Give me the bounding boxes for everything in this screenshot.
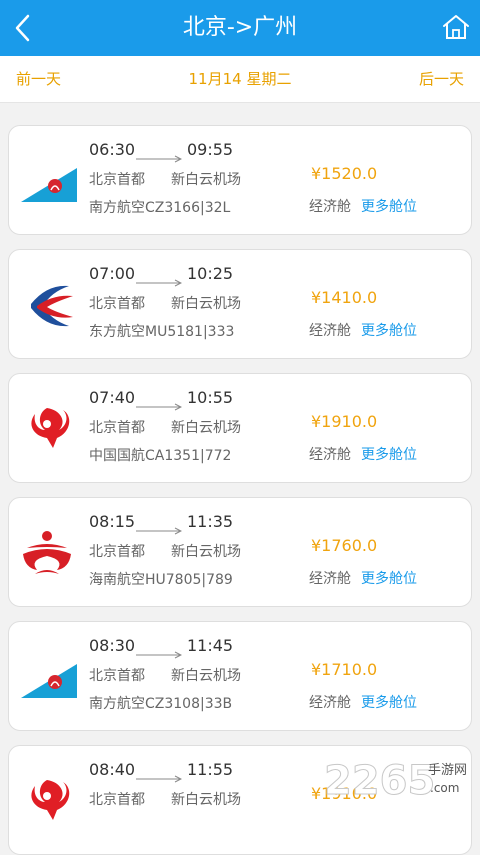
arrow-right-icon xyxy=(136,644,183,659)
flight-card[interactable]: 07:00 10:25 北京首都 新白云机场东方航空MU5181|333 ¥1410.0… xyxy=(8,249,472,359)
departure-airport: 北京首都 xyxy=(89,420,145,436)
departure-time: 06:30 xyxy=(89,140,136,159)
arrival-time: 10:25 xyxy=(187,264,234,283)
china-southern-logo xyxy=(17,648,77,708)
price: ¥1910.0 xyxy=(311,412,378,431)
arrow-right-icon xyxy=(136,148,183,163)
departure-airport: 北京首都 xyxy=(89,544,145,560)
arrow-right-icon xyxy=(136,396,183,411)
china-southern-logo xyxy=(17,152,77,212)
arrow-right-icon xyxy=(136,520,183,535)
arrow-right-icon xyxy=(136,768,183,783)
price: ¥1710.0 xyxy=(311,660,378,679)
cabin-class: 经济舱 xyxy=(309,323,351,339)
more-cabins-link[interactable]: 更多舱位 xyxy=(361,196,417,216)
departure-airport: 北京首都 xyxy=(89,172,145,188)
arrival-airport: 新白云机场 xyxy=(171,420,241,436)
more-cabins-link[interactable]: 更多舱位 xyxy=(361,444,417,464)
cabin-class: 经济舱 xyxy=(309,695,351,711)
arrival-time: 11:55 xyxy=(187,760,234,779)
current-date[interactable]: 11月14 星期二 xyxy=(0,56,480,102)
date-navigation: 前一天 11月14 星期二 后一天 xyxy=(0,56,480,103)
arrival-airport: 新白云机场 xyxy=(171,668,241,684)
air-china-logo xyxy=(17,772,77,832)
svg-text:.com: .com xyxy=(430,781,459,795)
flight-card[interactable]: 06:30 09:55 北京首都 新白云机场南方航空CZ3166|32L ¥1520.0… xyxy=(8,125,472,235)
flight-card[interactable]: 08:15 11:35 北京首都 新白云机场海南航空HU7805|789 ¥1760.0… xyxy=(8,497,472,607)
hainan-airlines-logo xyxy=(17,524,77,584)
flight-card[interactable]: 08:30 11:45 北京首都 新白云机场南方航空CZ3108|33B ¥1710.0… xyxy=(8,621,472,731)
svg-text:手游网: 手游网 xyxy=(428,763,467,778)
arrival-airport: 新白云机场 xyxy=(171,544,241,560)
next-day-button[interactable]: 后一天 xyxy=(419,56,464,102)
flight-number: 南方航空CZ3108|33B xyxy=(89,696,233,712)
cabin-class: 经济舱 xyxy=(309,199,351,215)
departure-airport: 北京首都 xyxy=(89,792,145,808)
departure-airport: 北京首都 xyxy=(89,296,145,312)
flight-number: 海南航空HU7805|789 xyxy=(89,572,233,588)
site-watermark-logo: 2265 手游网 .com xyxy=(324,758,467,801)
more-cabins-link[interactable]: 更多舱位 xyxy=(361,568,417,588)
arrival-airport: 新白云机场 xyxy=(171,296,241,312)
page-title: 北京->广州 xyxy=(182,15,298,40)
departure-time: 08:15 xyxy=(89,512,136,531)
flight-card[interactable]: 07:40 10:55 北京首都 新白云机场中国国航CA1351|772 ¥1910.0… xyxy=(8,373,472,483)
more-cabins-link[interactable]: 更多舱位 xyxy=(361,692,417,712)
arrival-airport: 新白云机场 xyxy=(171,792,241,808)
price: ¥1760.0 xyxy=(311,536,378,555)
home-icon[interactable] xyxy=(442,13,470,41)
svg-text:2265: 2265 xyxy=(324,758,435,800)
arrival-time: 10:55 xyxy=(187,388,234,407)
departure-time: 08:40 xyxy=(89,760,136,779)
departure-airport: 北京首都 xyxy=(89,668,145,684)
flight-number: 中国国航CA1351|772 xyxy=(89,448,232,464)
price: ¥1520.0 xyxy=(311,164,378,183)
air-china-logo xyxy=(17,400,77,460)
departure-time: 08:30 xyxy=(89,636,136,655)
more-cabins-link[interactable]: 更多舱位 xyxy=(361,320,417,340)
cabin-class: 经济舱 xyxy=(309,447,351,463)
arrival-time: 09:55 xyxy=(187,140,234,159)
price: ¥1410.0 xyxy=(311,288,378,307)
flight-number: 南方航空CZ3166|32L xyxy=(89,200,231,216)
arrival-time: 11:45 xyxy=(187,636,234,655)
arrow-right-icon xyxy=(136,272,183,287)
cabin-class: 经济舱 xyxy=(309,571,351,587)
flight-number: 东方航空MU5181|333 xyxy=(89,324,235,340)
china-eastern-logo xyxy=(17,276,77,336)
departure-time: 07:40 xyxy=(89,388,136,407)
app-header: 北京->广州 xyxy=(0,0,480,56)
arrival-time: 11:35 xyxy=(187,512,234,531)
departure-time: 07:00 xyxy=(89,264,136,283)
arrival-airport: 新白云机场 xyxy=(171,172,241,188)
